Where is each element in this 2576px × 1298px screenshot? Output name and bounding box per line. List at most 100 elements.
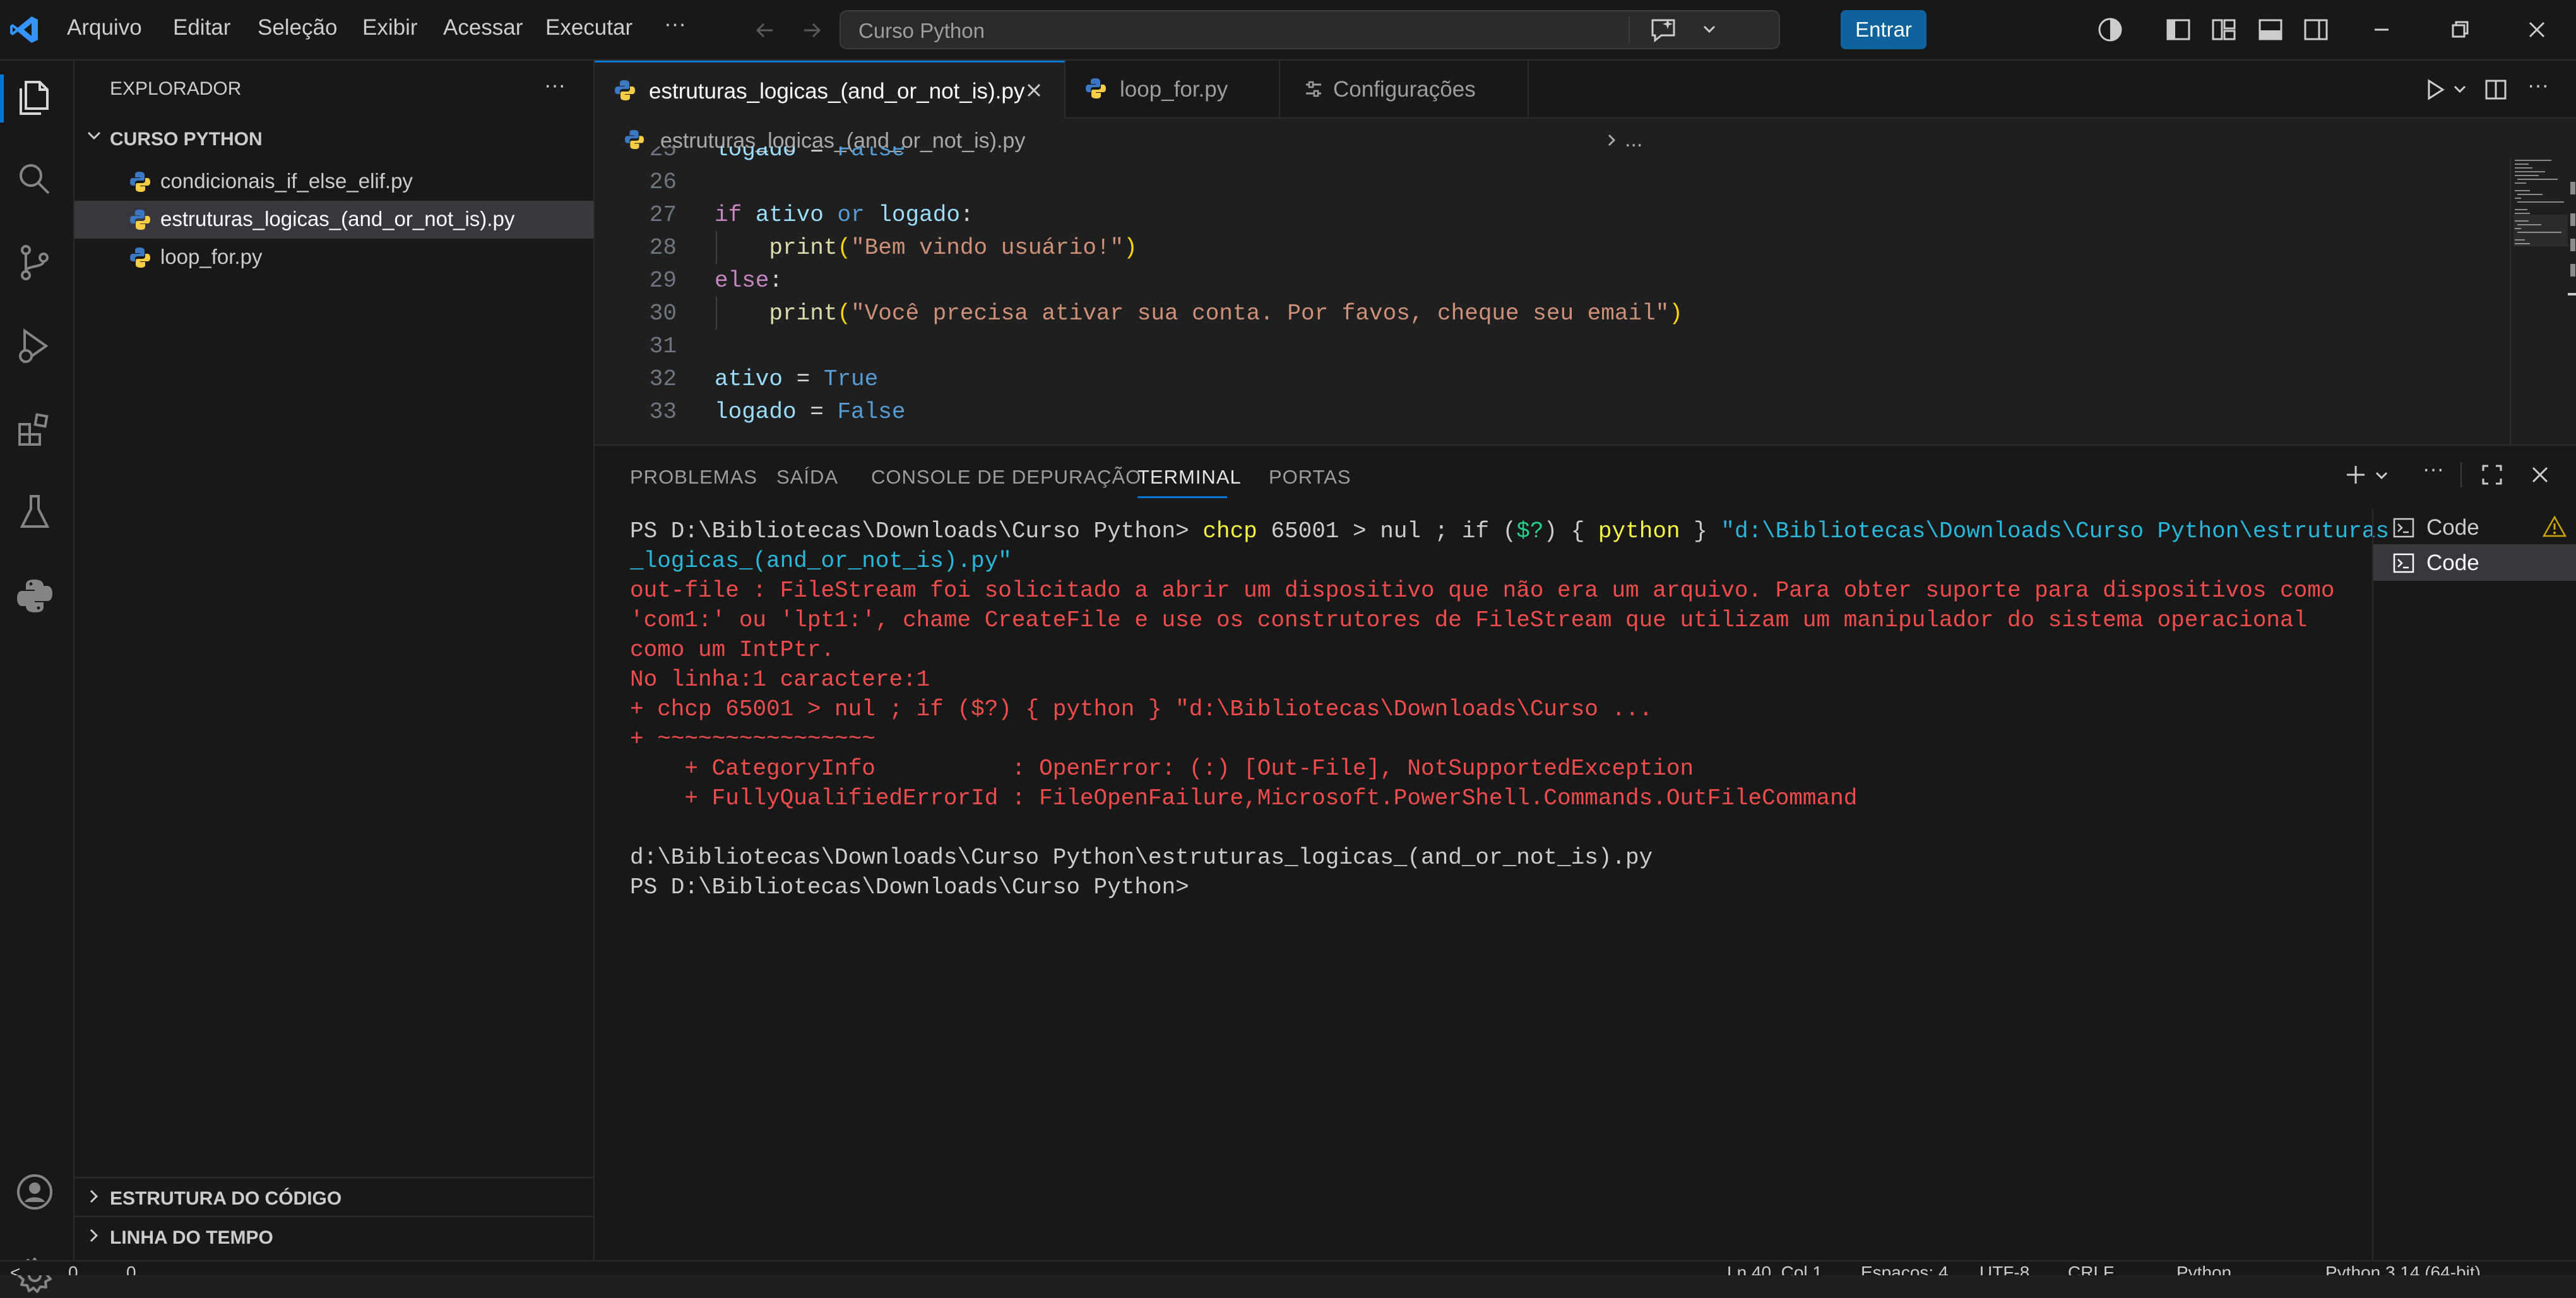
toggle-primary-sidebar-icon[interactable]: [2165, 16, 2192, 43]
settings-gear-icon[interactable]: [12, 1253, 57, 1298]
code-line[interactable]: 27 if ativo or logado:: [595, 198, 2425, 231]
menu-selecao[interactable]: Seleção: [258, 15, 337, 40]
maximize-panel-icon[interactable]: [2479, 462, 2505, 487]
line-number: 31: [649, 333, 677, 359]
warnings-count[interactable]: 0: [126, 1263, 136, 1275]
terminal-list-item[interactable]: Code: [2373, 508, 2576, 544]
account-icon[interactable]: [12, 1169, 57, 1215]
chevron-right-icon[interactable]: [85, 1226, 104, 1245]
command-center-search[interactable]: Curso Python: [840, 10, 1780, 49]
file-item[interactable]: loop_for.py: [129, 239, 595, 277]
tab-problems[interactable]: PROBLEMAS: [630, 466, 757, 489]
file-item[interactable]: condicionais_if_else_elif.py: [129, 163, 595, 201]
cursor-position[interactable]: Ln 40, Col 1: [1727, 1263, 1822, 1275]
terminal-segment: d:\Bibliotecas\Downloads\Curso Python\es…: [630, 845, 1653, 871]
code-token: =: [796, 399, 838, 425]
source-control-icon[interactable]: [12, 240, 57, 285]
menu-acessar[interactable]: Acessar: [443, 15, 523, 40]
code-line[interactable]: 28 print("Bem vindo usuário!"): [595, 231, 2425, 264]
menu-executar[interactable]: Executar: [545, 15, 632, 40]
title-bar: Arquivo Editar Seleção Exibir Acessar Ex…: [0, 0, 2576, 61]
tab-loop-for[interactable]: loop_for.py: [1065, 61, 1280, 119]
code-line[interactable]: 30 print("Você precisa ativar sua conta.…: [595, 297, 2425, 330]
timeline-section[interactable]: LINHA DO TEMPO: [110, 1227, 273, 1249]
testing-flask-icon[interactable]: [12, 490, 57, 535]
code-token: ativo: [715, 366, 783, 392]
restore-icon[interactable]: [2447, 16, 2473, 43]
extensions-icon[interactable]: [12, 407, 57, 452]
tab-terminal[interactable]: TERMINAL: [1137, 466, 1242, 489]
remote-indicator-icon[interactable]: <: [10, 1263, 20, 1275]
tab-label: Configurações: [1333, 77, 1476, 102]
run-python-file-icon[interactable]: [2423, 77, 2448, 102]
python-interpreter[interactable]: Python 3.14 (64-bit): [2325, 1263, 2481, 1275]
editor-more-button[interactable]: ···: [2527, 73, 2549, 98]
back-arrow-icon[interactable]: [754, 19, 776, 42]
menu-arquivo[interactable]: Arquivo: [67, 15, 142, 40]
search-icon[interactable]: [12, 157, 57, 202]
folder-chevron-down-icon[interactable]: [85, 126, 104, 145]
sign-in-button[interactable]: Entrar: [1841, 10, 1926, 49]
code-line[interactable]: 33 logado = False: [595, 395, 2425, 428]
new-terminal-plus-icon[interactable]: [2343, 462, 2368, 487]
file-name: condicionais_if_else_elif.py: [160, 169, 413, 193]
terminal-line: PS D:\Bibliotecas\Downloads\Curso Python…: [630, 516, 2389, 546]
workspace-folder[interactable]: CURSO PYTHON: [110, 129, 263, 150]
explorer-more-button[interactable]: ···: [544, 73, 566, 98]
tab-configuracoes[interactable]: Configurações: [1280, 61, 1529, 119]
file-item-selected[interactable]: estruturas_logicas_(and_or_not_is).py: [74, 201, 593, 239]
code-line[interactable]: 25 logado = False: [595, 146, 2425, 165]
tab-ports[interactable]: PORTAS: [1269, 466, 1351, 489]
copilot-chat-icon[interactable]: [1649, 16, 1678, 44]
chevron-down-icon[interactable]: [1701, 20, 1718, 38]
code-line[interactable]: 32 ativo = True: [595, 362, 2425, 395]
menu-exibir[interactable]: Exibir: [362, 15, 418, 40]
minimize-icon[interactable]: [2368, 16, 2395, 43]
python-file-icon: [129, 246, 151, 269]
run-debug-icon[interactable]: [12, 323, 57, 369]
menu-editar[interactable]: Editar: [173, 15, 230, 40]
file-name: estruturas_logicas_(and_or_not_is).py: [160, 207, 515, 230]
python-icon[interactable]: [12, 573, 57, 619]
chevron-right-icon[interactable]: [85, 1187, 104, 1206]
language-mode[interactable]: Python: [2176, 1263, 2231, 1275]
line-ending[interactable]: CRLF: [2068, 1263, 2114, 1275]
toggle-secondary-sidebar-icon[interactable]: [2303, 16, 2329, 43]
terminal-segment: 'com1:' ou 'lpt1:', chame CreateFile e u…: [630, 607, 2308, 633]
code-line[interactable]: 29 else:: [595, 264, 2425, 297]
explorer-icon[interactable]: [12, 74, 57, 120]
code-line[interactable]: 31: [595, 330, 2425, 362]
code-token: ): [1124, 235, 1137, 261]
tab-estruturas-logicas[interactable]: estruturas_logicas_(and_or_not_is).py: [595, 61, 1065, 120]
outline-section[interactable]: ESTRUTURA DO CÓDIGO: [110, 1188, 341, 1210]
split-editor-icon[interactable]: [2483, 77, 2508, 102]
run-dropdown-chevron-icon[interactable]: [2452, 81, 2468, 97]
menu-more-button[interactable]: ···: [664, 11, 686, 37]
divider: [74, 1216, 593, 1217]
code-line[interactable]: 26: [595, 165, 2425, 198]
indentation[interactable]: Espaços: 4: [1861, 1263, 1949, 1275]
code-editor[interactable]: estruturas_logicas_(and_or_not_is).py ..…: [595, 119, 2576, 444]
errors-count[interactable]: 0: [68, 1263, 78, 1275]
forward-arrow-icon[interactable]: [800, 19, 823, 42]
terminal-output[interactable]: PS D:\Bibliotecas\Downloads\Curso Python…: [630, 516, 2389, 1211]
close-panel-icon[interactable]: [2527, 462, 2553, 487]
terminal-icon: [2392, 516, 2415, 539]
close-tab-icon[interactable]: [1024, 80, 1044, 100]
minimap[interactable]: [2514, 158, 2568, 253]
copilot-icon[interactable]: [2097, 16, 2123, 43]
customize-layout-icon[interactable]: [2211, 16, 2237, 43]
editor-scrollbar[interactable]: [2568, 169, 2576, 321]
terminal-segment: ) {: [1543, 518, 1598, 544]
terminal-list-item-selected[interactable]: Code: [2373, 544, 2576, 581]
encoding[interactable]: UTF-8: [1979, 1263, 2029, 1275]
activity-bar: [0, 61, 74, 1293]
terminal-segment: if: [1461, 518, 1490, 544]
terminal-profile-chevron-icon[interactable]: [2373, 467, 2390, 484]
toggle-panel-icon[interactable]: [2257, 16, 2284, 43]
tab-output[interactable]: SAÍDA: [776, 466, 838, 489]
tab-debug-console[interactable]: CONSOLE DE DEPURAÇÃO: [871, 466, 1141, 489]
panel-more-button[interactable]: ···: [2423, 457, 2444, 482]
close-window-icon[interactable]: [2524, 16, 2550, 43]
terminal-segment: + chcp 65001 > nul ; if ($?) { python } …: [630, 696, 1653, 722]
